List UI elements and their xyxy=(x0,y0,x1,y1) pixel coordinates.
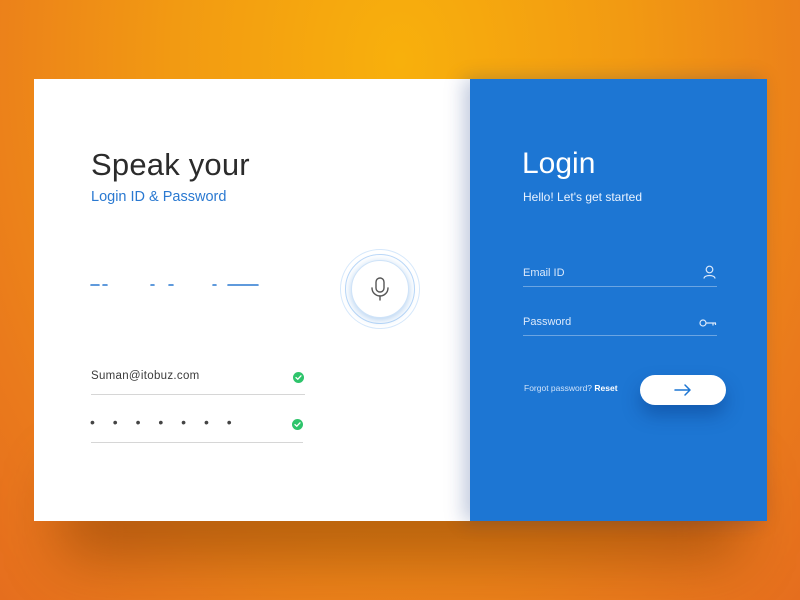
forgot-password-text: Forgot password? xyxy=(524,383,593,393)
login-card: Speak your Login ID & Password Suman@ito… xyxy=(34,79,767,521)
password-field[interactable]: Password xyxy=(523,316,571,328)
voice-login-panel: Speak your Login ID & Password Suman@ito… xyxy=(34,79,470,521)
microphone-icon xyxy=(371,277,389,301)
check-circle-icon xyxy=(293,372,304,383)
login-form-panel: Login Hello! Let's get started Email ID … xyxy=(470,79,767,521)
voice-email-value: Suman@itobuz.com xyxy=(91,370,200,382)
sound-wave-icon xyxy=(90,266,259,304)
voice-password-value: • • • • • • • xyxy=(90,414,239,430)
voice-password-underline xyxy=(91,442,303,443)
arrow-right-icon xyxy=(674,384,691,396)
reset-link[interactable]: Reset xyxy=(594,383,617,393)
voice-email-underline xyxy=(91,394,305,395)
microphone-button[interactable] xyxy=(340,249,420,329)
key-icon xyxy=(699,319,717,327)
email-field[interactable]: Email ID xyxy=(523,267,565,279)
user-icon xyxy=(703,265,716,279)
login-subtitle: Hello! Let's get started xyxy=(523,190,643,204)
password-underline xyxy=(523,335,717,336)
login-title: Login xyxy=(522,147,596,180)
check-circle-icon xyxy=(292,419,303,430)
submit-button[interactable] xyxy=(640,375,726,405)
forgot-password-row: Forgot password? Reset xyxy=(524,383,618,393)
voice-panel-title: Speak your xyxy=(91,147,250,182)
voice-panel-subtitle: Login ID & Password xyxy=(91,189,227,205)
email-underline xyxy=(523,286,717,287)
